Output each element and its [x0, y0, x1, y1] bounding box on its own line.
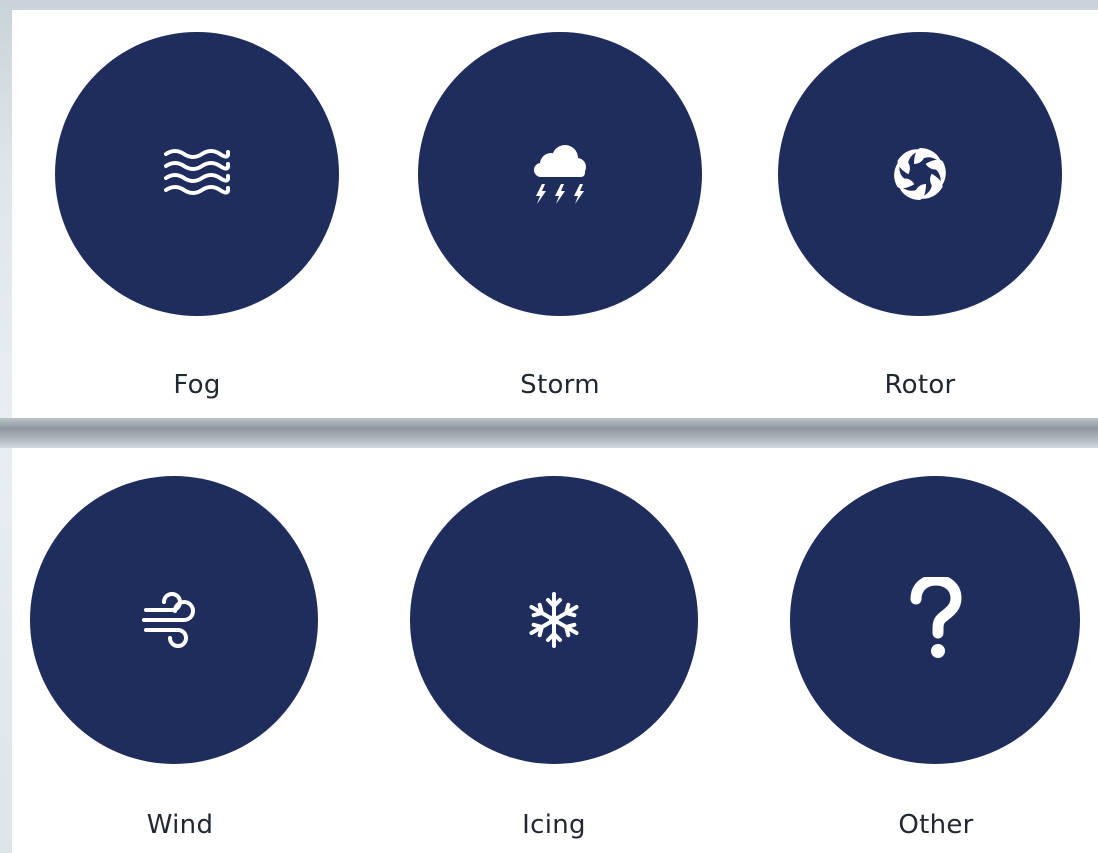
option-label: Other	[898, 810, 974, 840]
wind-button[interactable]	[30, 476, 318, 764]
other-button[interactable]	[790, 476, 1080, 764]
fog-icon	[164, 149, 231, 195]
option-other[interactable]: Other	[790, 476, 1090, 846]
option-fog[interactable]: Fog	[55, 32, 355, 412]
option-label: Rotor	[884, 370, 956, 400]
option-icing[interactable]: Icing	[410, 476, 710, 846]
wind-icon	[142, 592, 195, 648]
option-label: Fog	[173, 370, 221, 400]
snowflake-icon	[529, 592, 579, 648]
rotor-button[interactable]	[778, 32, 1062, 316]
storm-icon	[534, 145, 586, 204]
option-wind[interactable]: Wind	[30, 476, 330, 846]
option-label: Icing	[522, 810, 586, 840]
question-mark-icon	[910, 577, 962, 658]
fog-button[interactable]	[55, 32, 339, 316]
hazard-options-row-top: Fog Storm Rotor	[12, 10, 1098, 418]
hazard-options-row-bottom: Wind Icing Other	[12, 448, 1098, 853]
storm-button[interactable]	[418, 32, 702, 316]
icing-button[interactable]	[410, 476, 698, 764]
option-storm[interactable]: Storm	[418, 32, 718, 412]
option-rotor[interactable]: Rotor	[778, 32, 1078, 412]
rotor-icon	[894, 148, 946, 200]
panel-divider	[0, 418, 1098, 448]
option-label: Storm	[520, 370, 600, 400]
option-label: Wind	[146, 810, 214, 840]
